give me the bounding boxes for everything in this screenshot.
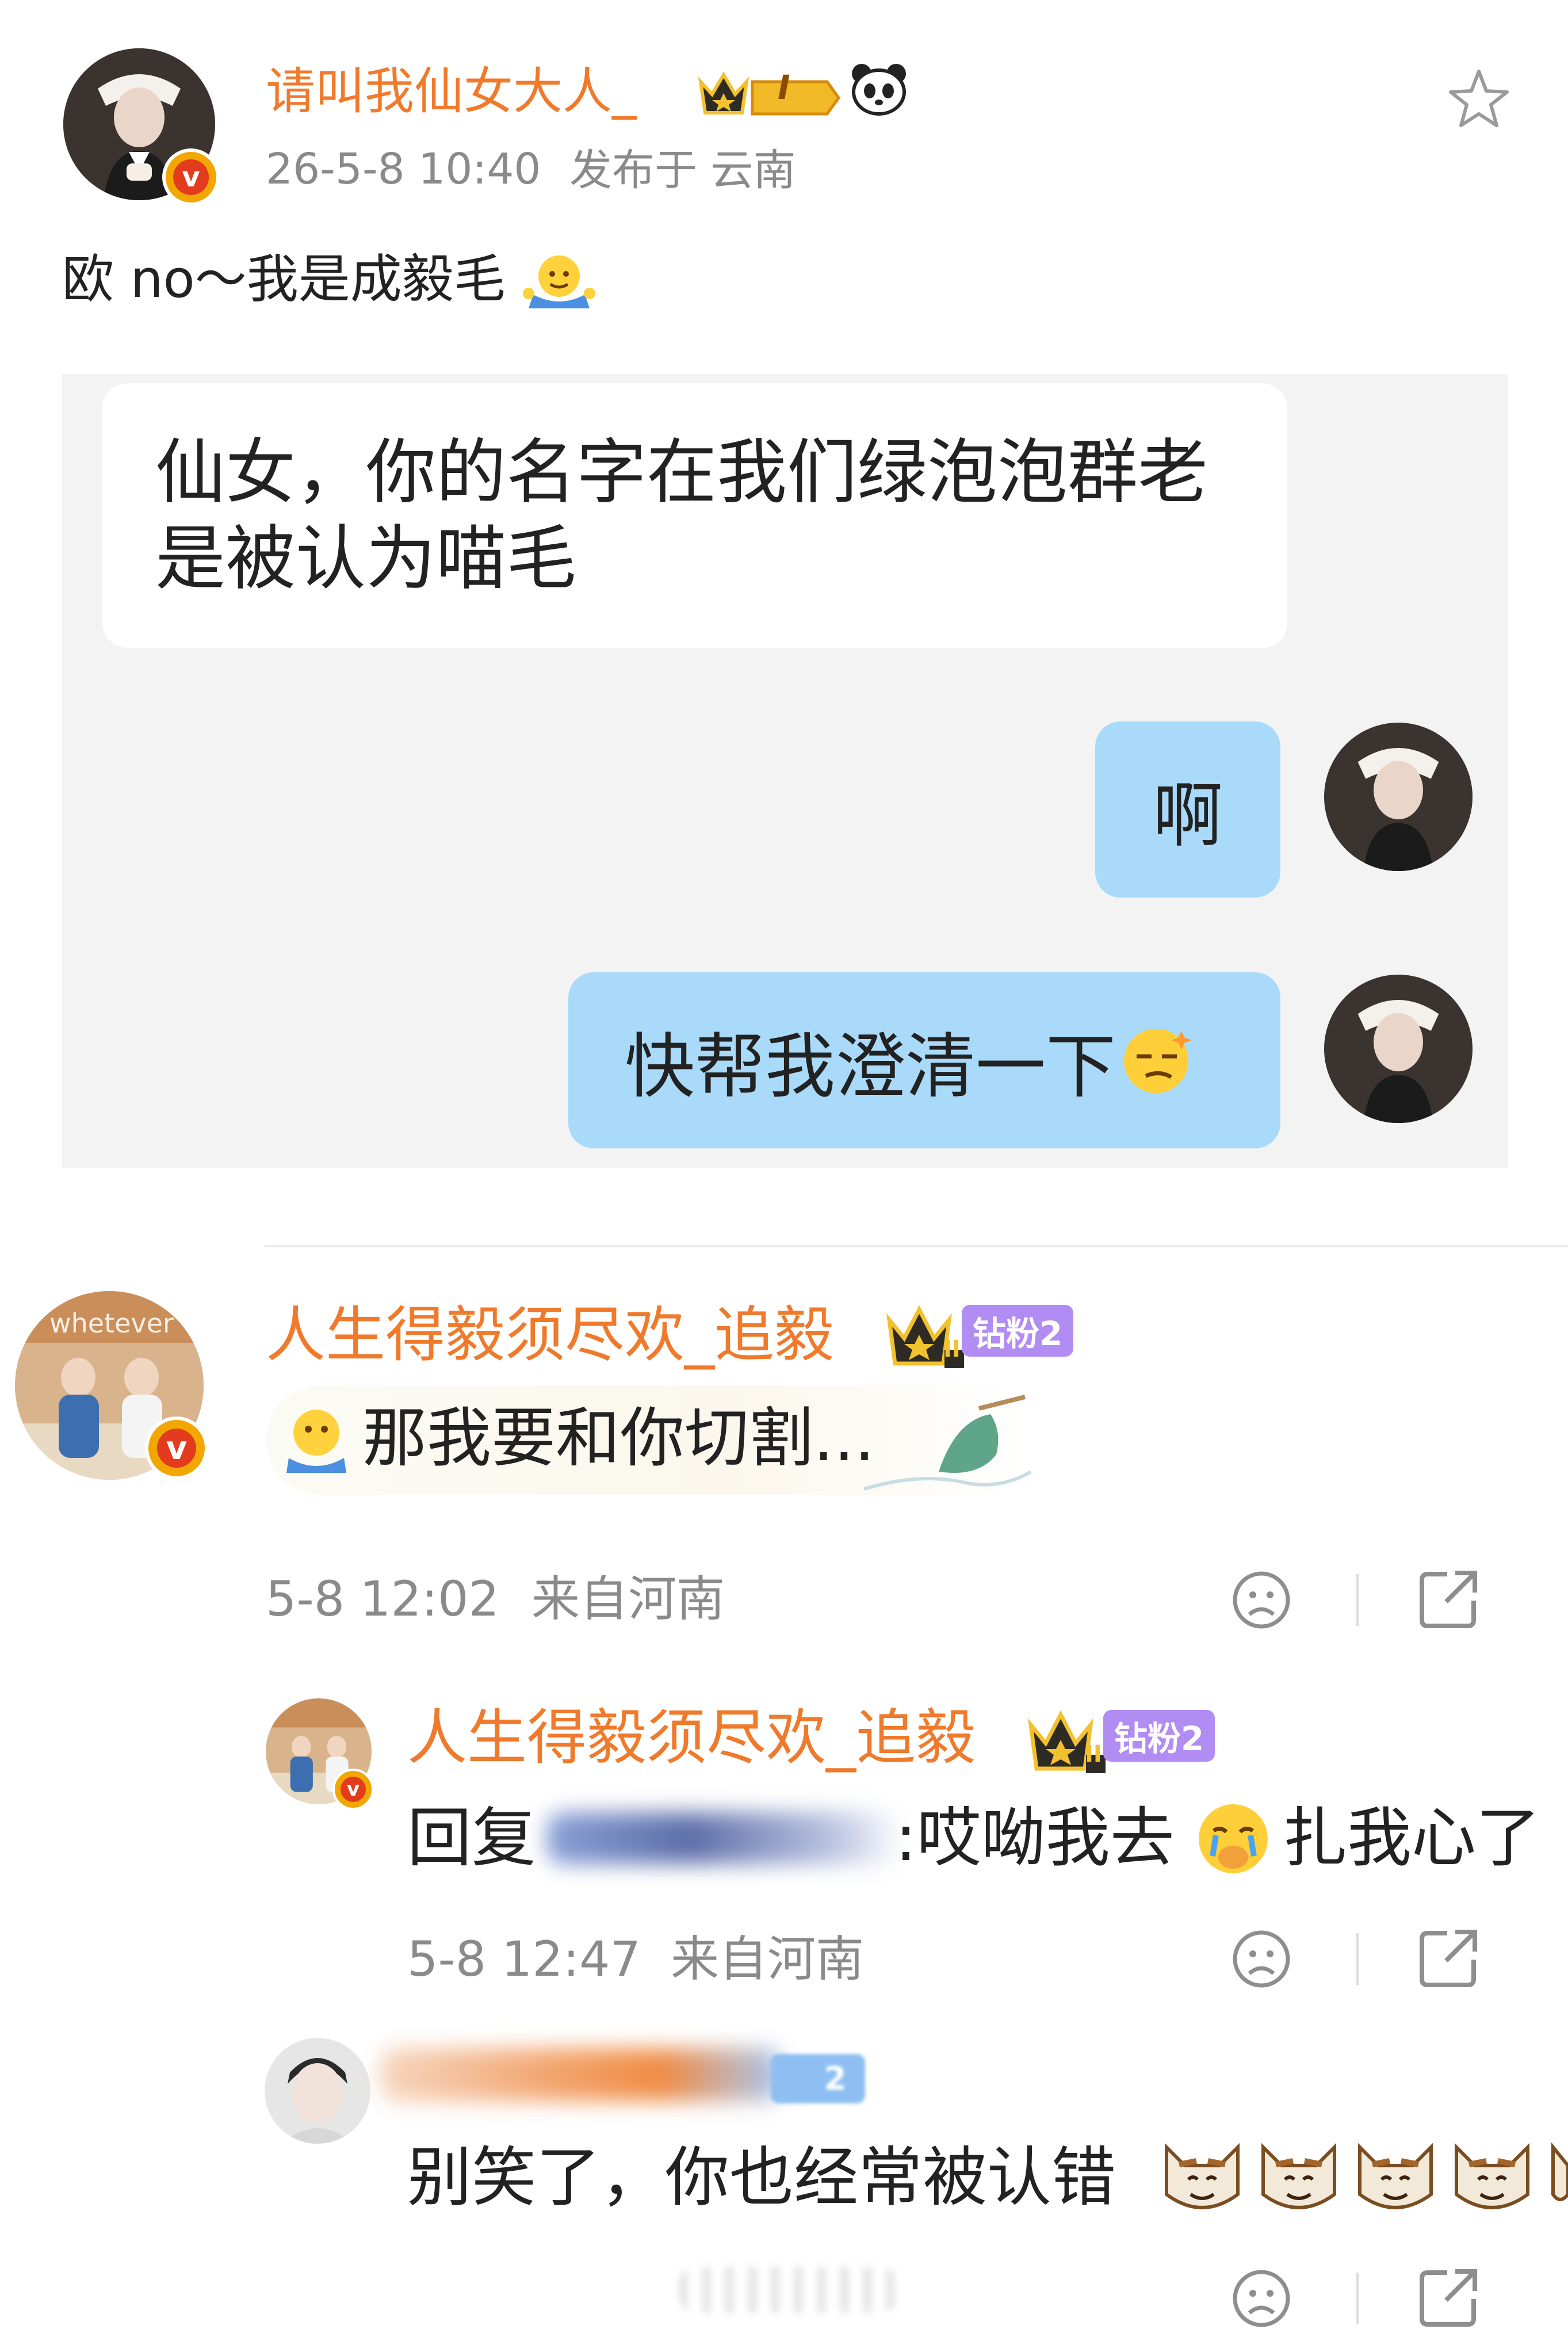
username-redacted[interactable] [380, 2048, 782, 2101]
dislike-face-icon[interactable] [1230, 1927, 1293, 1991]
post-text-content: 欧 no～我是成毅毛 [62, 249, 506, 310]
svg-text:whetever: whetever [49, 1308, 174, 1339]
reply-time: 5-8 12:47 [407, 1931, 641, 1987]
reply-prefix: 回复 [407, 1801, 536, 1876]
fan-badge-level: 2 [824, 2060, 847, 2098]
comments-divider [265, 1245, 1568, 1247]
chat-message-1: 仙女，你的名字在我们绿泡泡群老是被认为喵毛 [155, 432, 1208, 600]
cat-emoji-row-icon [1165, 2142, 1568, 2209]
dislike-face-icon[interactable] [1230, 2267, 1293, 2330]
reply-avatar-2-image [265, 2038, 370, 2144]
chat-screenshot[interactable]: 仙女，你的名字在我们绿泡泡群老是被认为喵毛 啊 快帮我澄清一下 [62, 374, 1508, 1168]
reply-2-text-content: 别笑了，你也经常被认错 [407, 2140, 1116, 2215]
reply-username[interactable]: 人生得毅须尽欢_追毅 [407, 1697, 976, 1778]
vip-crown-badge-icon [698, 71, 841, 116]
shrug-emoji-icon [523, 255, 596, 309]
chat-avatar-1 [1324, 723, 1473, 871]
share-icon[interactable] [1415, 1566, 1482, 1633]
chat-bubble-outgoing-1: 啊 [1095, 721, 1280, 898]
dislike-face-icon[interactable] [1230, 1568, 1293, 1632]
fan-badge: 钻粉2 [962, 1305, 1073, 1357]
meta-redacted [679, 2267, 897, 2313]
poster-username[interactable]: 请叫我仙女大人_ [266, 60, 637, 123]
action-separator [1356, 1933, 1359, 1985]
chat-avatar-2-image [1324, 975, 1473, 1123]
panda-icon [852, 64, 906, 116]
verified-badge-icon: v [332, 1769, 374, 1810]
comment-username[interactable]: 人生得毅须尽欢_追毅 [266, 1295, 834, 1375]
crying-emoji-icon [1199, 1804, 1268, 1873]
chat-bubble-outgoing-2: 快帮我澄清一下 [568, 972, 1280, 1148]
action-separator [1356, 2273, 1359, 2324]
reply-2-text: 别笑了，你也经常被认错 [407, 2135, 1116, 2221]
crown-level: II [1085, 1741, 1102, 1767]
chat-bubble-incoming: 仙女，你的名字在我们绿泡泡群老是被认为喵毛 [102, 383, 1287, 648]
reply-text-b: 扎我心了 [1283, 1801, 1540, 1876]
vip-level: I [778, 68, 790, 107]
reply-avatar-2[interactable] [265, 2038, 370, 2144]
comment-text: 那我要和你切割... [362, 1401, 875, 1476]
verified-badge-icon: v [162, 148, 220, 206]
post-location: 发布于 云南 [569, 146, 796, 195]
face-emoji-icon [286, 1410, 346, 1473]
favorite-star-icon[interactable] [1447, 68, 1510, 129]
reply-text-a: :哎呦我去 [895, 1801, 1175, 1876]
action-separator [1356, 1574, 1359, 1626]
fan-badge-blurred: 2 [771, 2054, 865, 2103]
share-icon[interactable] [1415, 1925, 1482, 1992]
comment-time: 5-8 12:02 [266, 1571, 499, 1627]
chat-message-2: 啊 [1153, 774, 1223, 857]
verified-badge-icon: v [145, 1416, 208, 1480]
comment-location: 来自河南 [531, 1571, 725, 1627]
crown-level: II [943, 1336, 961, 1362]
reply-location: 来自河南 [671, 1931, 865, 1987]
chat-avatar-2 [1324, 975, 1473, 1123]
smirk-emoji-icon [1124, 1029, 1192, 1093]
post-text: 欧 no～我是成毅毛 [62, 245, 596, 314]
chat-avatar-1-image [1324, 723, 1473, 871]
comment-body: 那我要和你切割... [266, 1385, 1032, 1495]
wave-decoration-icon [863, 1395, 1032, 1491]
post-timestamp: 26-5-8 10:40 [266, 144, 541, 194]
share-icon[interactable] [1415, 2265, 1482, 2331]
chat-message-3: 快帮我澄清一下 [625, 1025, 1116, 1108]
mention-redacted[interactable] [546, 1812, 903, 1864]
fan-badge: 钻粉2 [1103, 1710, 1215, 1762]
